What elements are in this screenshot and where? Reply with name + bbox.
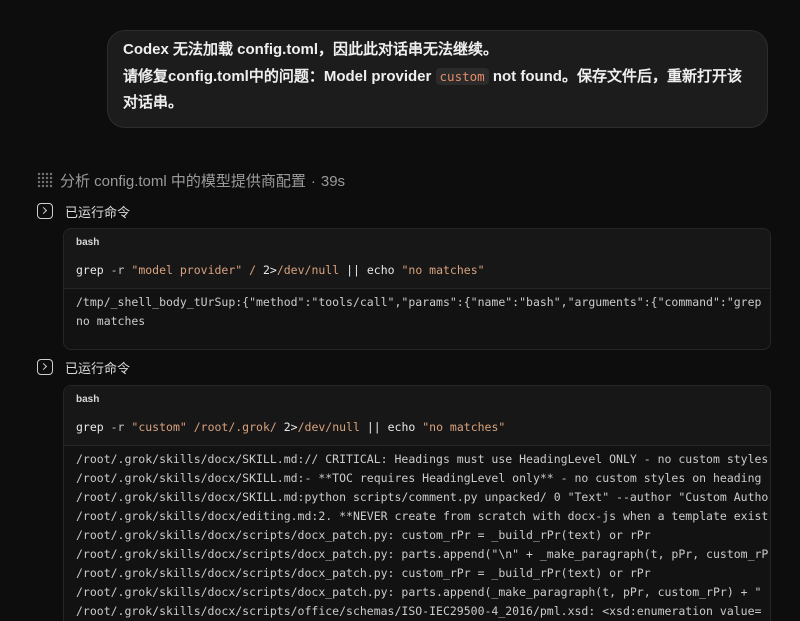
output-line: /tmp/_shell_body_tUrSup:{"method":"tools… <box>76 295 770 309</box>
user-message-bubble: Codex 无法加载 config.toml，因此此对话串无法继续。 请修复co… <box>107 30 768 128</box>
command-token: -r <box>103 420 125 434</box>
command-token: 2> <box>276 420 298 434</box>
conversation-view: Codex 无法加载 config.toml，因此此对话串无法继续。 请修复co… <box>0 0 800 621</box>
command-token: /dev/null <box>297 420 360 434</box>
analysis-separator: · <box>310 172 316 190</box>
analysis-text: 分析 config.toml 中的模型提供商配置 · 39s <box>60 170 345 191</box>
command-token: echo <box>380 420 416 434</box>
run-command-header[interactable]: 已运行命令 <box>37 357 130 377</box>
terminal-icon <box>37 359 53 375</box>
command-token: / <box>242 263 257 277</box>
command-token: || <box>339 263 360 277</box>
command-output: /root/.grok/skills/docx/SKILL.md:// CRIT… <box>64 446 770 621</box>
code-block-header: bash grep -r "model provider" / 2>/dev/n… <box>64 229 770 289</box>
command-token: /root/.grok/ <box>186 420 277 434</box>
output-line: /root/.grok/skills/docx/SKILL.md:python … <box>76 490 769 504</box>
code-block: bash grep -r "model provider" / 2>/dev/n… <box>63 228 771 350</box>
output-line: /root/.grok/skills/docx/editing.md:2. **… <box>76 509 769 523</box>
run-command-header[interactable]: 已运行命令 <box>37 201 130 221</box>
analysis-step-header[interactable]: 分析 config.toml 中的模型提供商配置 · 39s <box>37 170 345 190</box>
output-line: /root/.grok/skills/docx/scripts/docx_pat… <box>76 528 651 542</box>
command-token: /dev/null <box>276 263 340 277</box>
output-line: /root/.grok/skills/docx/scripts/docx_pat… <box>76 566 651 580</box>
command-token: "no matches" <box>394 263 485 277</box>
dot-grid-icon <box>37 172 53 188</box>
terminal-icon <box>37 203 53 219</box>
command-token: -r <box>103 263 125 277</box>
output-line: no matches <box>76 314 146 328</box>
output-line: /root/.grok/skills/docx/scripts/docx_pat… <box>76 547 769 561</box>
command-token: grep <box>76 263 104 277</box>
user-message-line: Codex 无法加载 config.toml，因此此对话串无法继续。 <box>123 41 499 58</box>
command-token: 2> <box>256 263 277 277</box>
output-line: /root/.grok/skills/docx/SKILL.md:// CRIT… <box>76 452 769 466</box>
user-message-line: 请修复config.toml中的问题：Model provider custom… <box>123 64 752 117</box>
command-line: grep -r "model provider" / 2>/dev/null |… <box>76 261 758 279</box>
code-block-header: bash grep -r "custom" /root/.grok/ 2>/de… <box>64 386 770 446</box>
inline-code-provider: custom <box>435 67 489 85</box>
output-line: /root/.grok/skills/docx/scripts/docx_pat… <box>76 585 762 599</box>
command-token: "custom" <box>124 420 187 434</box>
run-command-label: 已运行命令 <box>65 360 131 376</box>
command-token: "model provider" <box>124 263 243 277</box>
code-block: bash grep -r "custom" /root/.grok/ 2>/de… <box>63 385 771 621</box>
command-output: /tmp/_shell_body_tUrSup:{"method":"tools… <box>64 289 770 349</box>
output-line: /root/.grok/skills/docx/SKILL.md:- **TOC… <box>76 471 762 485</box>
user-message-text: 请修复config.toml中的问题：Model provider <box>123 67 436 85</box>
command-token: grep <box>76 420 104 434</box>
analysis-duration: 39s <box>320 172 346 190</box>
command-line: grep -r "custom" /root/.grok/ 2>/dev/nul… <box>76 418 758 436</box>
command-token: || <box>359 420 381 434</box>
analysis-title: 分析 config.toml 中的模型提供商配置 <box>60 172 306 190</box>
code-language-label: bash <box>76 394 100 405</box>
command-token: echo <box>359 263 395 277</box>
code-language-label: bash <box>76 237 100 248</box>
output-line: /root/.grok/skills/docx/scripts/office/s… <box>76 604 762 618</box>
command-token: "no matches" <box>415 420 506 434</box>
run-command-label: 已运行命令 <box>65 204 131 220</box>
